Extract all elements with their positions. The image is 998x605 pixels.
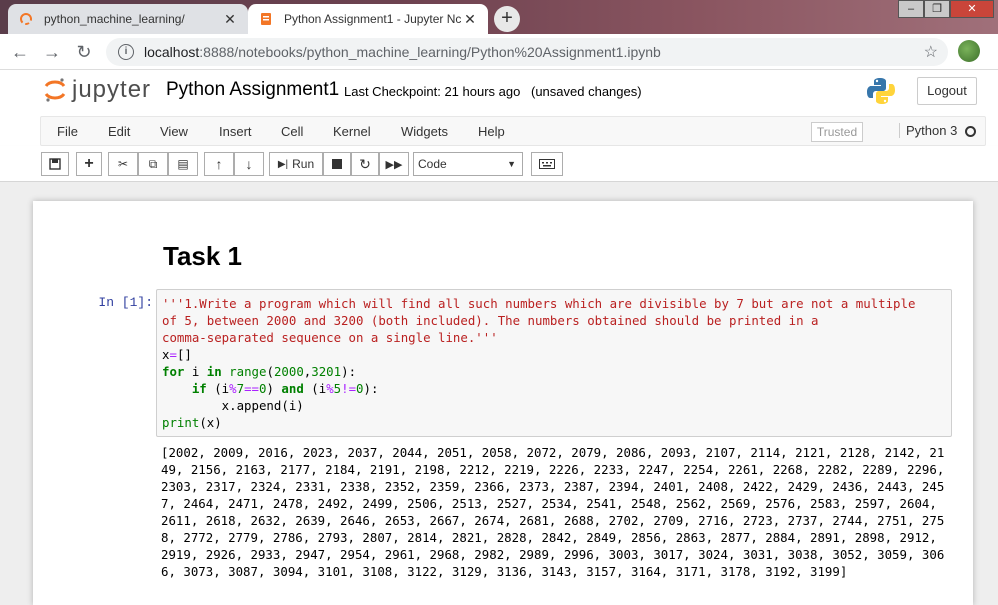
code-line: x.append(i) bbox=[162, 398, 304, 413]
address-bar-row: ← → ↻ i localhost :8888/notebooks/python… bbox=[0, 34, 998, 70]
cell-type-value: Code bbox=[418, 157, 447, 171]
menubar-container: File Edit View Insert Cell Kernel Widget… bbox=[40, 116, 986, 146]
menu-cell[interactable]: Cell bbox=[281, 124, 303, 139]
jupyter-favicon-icon bbox=[18, 11, 34, 27]
back-arrow-icon[interactable]: ← bbox=[8, 40, 32, 64]
stop-icon[interactable] bbox=[323, 152, 351, 176]
window-close-icon[interactable]: ✕ bbox=[950, 0, 994, 18]
menu-widgets[interactable]: Widgets bbox=[401, 124, 448, 139]
menu-edit[interactable]: Edit bbox=[108, 124, 130, 139]
code-cell-input[interactable]: '''1.Write a program which will find all… bbox=[156, 289, 952, 437]
code-editor[interactable]: '''1.Write a program which will find all… bbox=[162, 295, 915, 431]
menu-help[interactable]: Help bbox=[478, 124, 505, 139]
reload-icon[interactable]: ↻ bbox=[72, 40, 96, 64]
code-line: if (i%7==0) and (i%5!=0): bbox=[191, 381, 379, 396]
code-line: of 5, between 2000 and 3200 (both includ… bbox=[162, 313, 819, 328]
logout-button[interactable]: Logout bbox=[917, 77, 977, 105]
code-line: '''1.Write a program which will find all… bbox=[162, 296, 916, 311]
trusted-indicator[interactable]: Trusted bbox=[811, 122, 863, 142]
url-path: :8888/notebooks/python_machine_learning/… bbox=[199, 44, 661, 60]
kernel-status-icon bbox=[965, 126, 976, 137]
notebook-area: Task 1 In [1]: '''1.Write a program whic… bbox=[0, 182, 998, 605]
cut-icon[interactable]: ✂ bbox=[108, 152, 138, 176]
profile-avatar[interactable] bbox=[958, 40, 980, 62]
chevron-down-icon: ▼ bbox=[507, 159, 516, 169]
menu-file[interactable]: File bbox=[57, 124, 78, 139]
move-down-icon[interactable]: ↓ bbox=[234, 152, 264, 176]
close-tab-icon[interactable]: ✕ bbox=[222, 11, 238, 28]
url-input[interactable]: i localhost :8888/notebooks/python_machi… bbox=[106, 38, 948, 66]
notebook-page: Task 1 In [1]: '''1.Write a program whic… bbox=[33, 201, 973, 605]
code-line: comma-separated sequence on a single lin… bbox=[162, 330, 498, 345]
forward-arrow-icon[interactable]: → bbox=[40, 40, 64, 64]
code-line: for i in range(2000,3201): bbox=[162, 364, 357, 379]
tab-title: Python Assignment1 - Jupyter Nc bbox=[284, 12, 462, 26]
jupyter-logo-icon bbox=[44, 77, 66, 103]
cell-output: [2002, 2009, 2016, 2023, 2037, 2044, 205… bbox=[161, 445, 952, 579]
save-icon[interactable] bbox=[41, 152, 69, 176]
copy-icon[interactable]: ⧉ bbox=[138, 152, 168, 176]
browser-tab-notebook[interactable]: Python Assignment1 - Jupyter Nc ✕ bbox=[248, 4, 488, 34]
markdown-heading: Task 1 bbox=[163, 241, 243, 271]
insert-cell-icon[interactable]: + bbox=[76, 152, 102, 176]
code-line: x=[] bbox=[162, 347, 192, 362]
browser-tab-folder[interactable]: python_machine_learning/ ✕ bbox=[8, 4, 248, 34]
move-up-icon[interactable]: ↑ bbox=[204, 152, 234, 176]
menu-kernel[interactable]: Kernel bbox=[333, 124, 371, 139]
tab-title: python_machine_learning/ bbox=[44, 12, 185, 26]
jupyter-logo-text: jupyter bbox=[72, 76, 152, 103]
kernel-name[interactable]: Python 3 bbox=[899, 123, 957, 138]
menu-view[interactable]: View bbox=[160, 124, 188, 139]
menu-insert[interactable]: Insert bbox=[219, 124, 252, 139]
jupyter-logo[interactable]: jupyter bbox=[44, 76, 151, 104]
paste-icon[interactable]: ▤ bbox=[168, 152, 198, 176]
checkpoint-status: Last Checkpoint: 21 hours ago bbox=[344, 84, 521, 99]
new-tab-button[interactable]: + bbox=[494, 6, 520, 32]
browser-tab-strip: python_machine_learning/ ✕ Python Assign… bbox=[0, 0, 998, 34]
code-line: print(x) bbox=[162, 415, 222, 430]
close-tab-icon[interactable]: ✕ bbox=[462, 11, 478, 28]
autosave-status: (unsaved changes) bbox=[531, 84, 642, 99]
cell-type-select[interactable]: Code ▼ bbox=[413, 152, 523, 176]
restart-icon[interactable]: ↻ bbox=[351, 152, 379, 176]
python-logo-icon bbox=[866, 76, 896, 106]
keyboard-icon[interactable] bbox=[531, 152, 563, 176]
bookmark-star-icon[interactable]: ☆ bbox=[924, 42, 938, 62]
notebook-title[interactable]: Python Assignment1 bbox=[166, 79, 339, 101]
site-info-icon[interactable]: i bbox=[118, 44, 134, 60]
maximize-icon[interactable]: ❐ bbox=[924, 0, 950, 18]
run-icon: ▶| bbox=[277, 158, 289, 170]
url-host: localhost bbox=[144, 44, 200, 60]
restart-run-all-icon[interactable]: ▶▶ bbox=[379, 152, 409, 176]
notebook-toolbar: + ✂ ⧉ ▤ ↑ ↓ ▶| Run ↻ ▶▶ Code ▼ bbox=[0, 146, 998, 182]
run-button[interactable]: ▶| Run bbox=[269, 152, 323, 176]
jupyter-header: jupyter Python Assignment1 Last Checkpoi… bbox=[0, 70, 998, 116]
menubar: File Edit View Insert Cell Kernel Widget… bbox=[0, 116, 998, 146]
input-prompt: In [1]: bbox=[98, 295, 153, 310]
minimize-icon[interactable]: – bbox=[898, 0, 924, 18]
window-controls: – ❐ ✕ bbox=[898, 0, 994, 18]
notebook-favicon-icon bbox=[258, 11, 274, 27]
run-label: Run bbox=[292, 157, 315, 171]
